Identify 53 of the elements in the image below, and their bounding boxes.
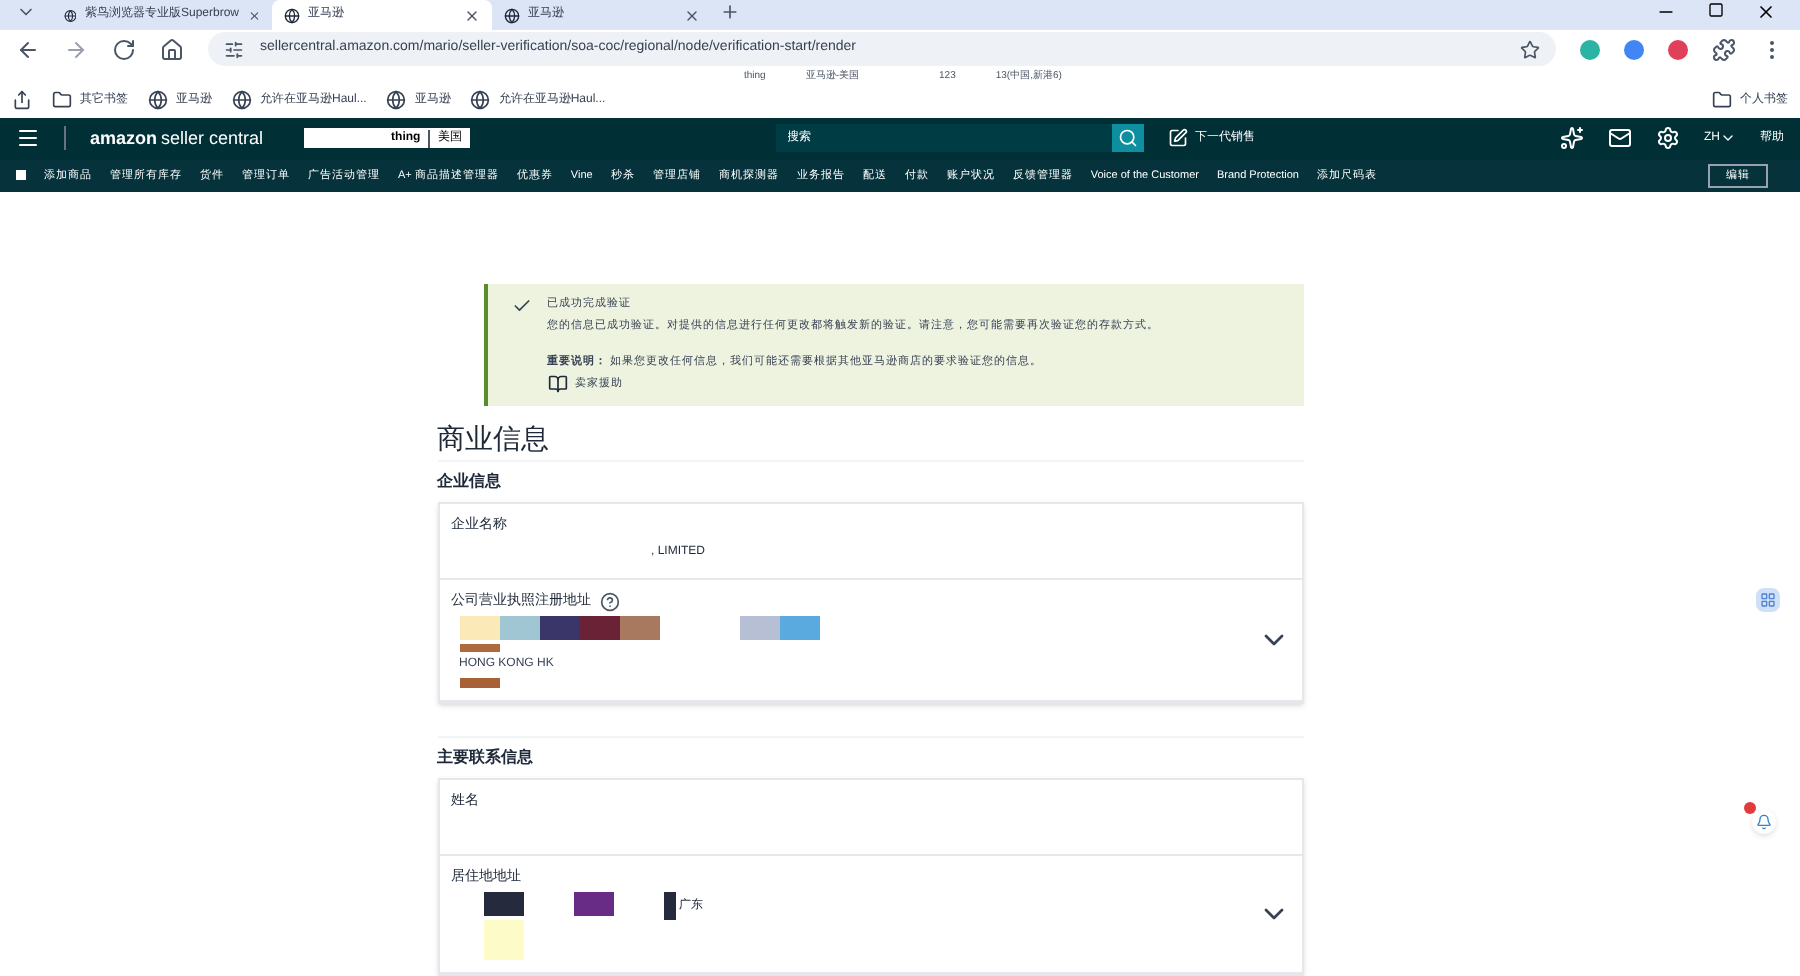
maximize-icon[interactable]: [1708, 2, 1724, 18]
menu-icon[interactable]: [16, 126, 40, 151]
redaction-block: [579, 616, 619, 641]
section-title: 主要联系信息: [437, 736, 1303, 779]
redaction-block: [739, 616, 779, 641]
mail-icon[interactable]: [1608, 126, 1632, 151]
globe-icon: [386, 90, 407, 111]
settings-icon[interactable]: [1656, 126, 1680, 151]
redaction-block: [459, 616, 499, 641]
folder-icon: [1712, 90, 1732, 111]
redaction-block: [459, 644, 499, 653]
home-icon[interactable]: [160, 37, 184, 62]
redaction-block: [483, 920, 523, 961]
sidebar-panel-icon[interactable]: [1756, 588, 1780, 612]
check-icon: [511, 296, 531, 317]
site-icon: [504, 7, 520, 23]
site-info-icon[interactable]: [224, 39, 244, 60]
site-icon: [284, 7, 300, 23]
reload-icon[interactable]: [112, 37, 136, 62]
forward-icon[interactable]: [64, 37, 88, 62]
search-icon: [1117, 128, 1138, 149]
extension-icon[interactable]: [1624, 39, 1644, 60]
globe-icon: [232, 90, 252, 111]
section-title: 企业信息: [437, 460, 1303, 503]
globe-icon: [470, 90, 491, 111]
redaction-block: [459, 678, 499, 689]
redaction-block: [539, 616, 579, 641]
redaction-block: [619, 616, 659, 641]
extension-icon[interactable]: [1668, 39, 1688, 60]
sparkle-icon[interactable]: [1560, 126, 1584, 151]
book-icon: [547, 374, 567, 395]
close-icon[interactable]: [464, 7, 480, 23]
redaction-block: [499, 616, 539, 641]
page-title: 商业信息: [437, 420, 551, 459]
extension-icon[interactable]: [1580, 39, 1600, 60]
redaction-block: [573, 892, 613, 917]
search-button[interactable]: [1111, 124, 1144, 153]
help-icon[interactable]: [599, 591, 619, 612]
edit-icon: [1167, 128, 1188, 149]
site-icon: [64, 7, 77, 23]
extensions-icon[interactable]: [1712, 37, 1736, 62]
back-icon[interactable]: [16, 37, 40, 62]
close-icon[interactable]: [1756, 2, 1776, 22]
folder-icon: [52, 90, 72, 111]
new-tab-icon[interactable]: [720, 2, 740, 22]
globe-icon: [148, 90, 168, 111]
redaction-block: [663, 892, 675, 921]
share-icon[interactable]: [12, 90, 32, 111]
bookmark-star-icon[interactable]: [1520, 39, 1540, 60]
redaction-block: [779, 616, 819, 641]
close-icon[interactable]: [684, 7, 700, 23]
redaction-block: [483, 892, 523, 917]
logo[interactable]: amazon seller central: [90, 125, 264, 153]
